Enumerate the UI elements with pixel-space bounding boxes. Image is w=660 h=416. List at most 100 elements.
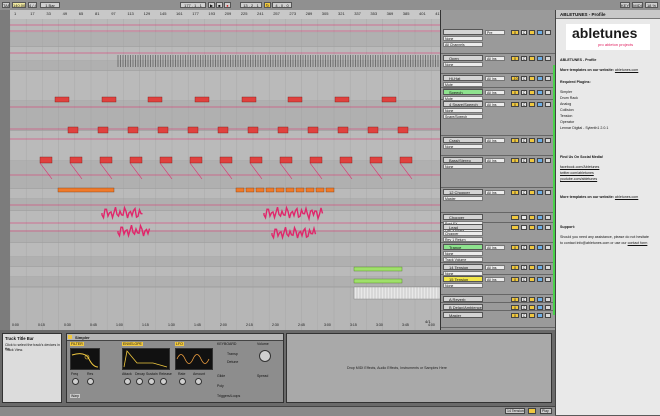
crash-clip[interactable]	[157, 126, 169, 134]
track-title-bar[interactable]: 12 Chopper	[443, 189, 483, 195]
track-title-bar[interactable]: Master	[443, 312, 483, 318]
monitor-select[interactable]: All Ins	[485, 138, 505, 143]
track-pan[interactable]: C	[521, 277, 527, 282]
decay-knob[interactable]	[136, 378, 143, 385]
device-on-switch[interactable]	[68, 335, 72, 339]
bass-clip[interactable]	[159, 156, 173, 164]
input-type-select[interactable]: Chopper	[443, 231, 483, 236]
track-pan[interactable]: C	[521, 313, 527, 318]
song-position-field[interactable]: 177 . 1 . 1	[180, 2, 206, 8]
snare-clip[interactable]	[54, 96, 70, 103]
track-volume[interactable]: 0	[511, 30, 519, 35]
input-channel-select[interactable]: Track Volume	[443, 257, 483, 262]
solo-button[interactable]	[537, 305, 543, 310]
track-header[interactable]: 14 Tension None All Ins 0 C	[441, 263, 556, 276]
crash-clip[interactable]	[277, 126, 289, 134]
monitor-select[interactable]: All Ins	[485, 56, 505, 61]
site-link-2[interactable]: abletunes.com	[615, 195, 638, 199]
selected-track-label[interactable]: 14 Tension	[505, 408, 525, 414]
track-activator[interactable]	[529, 30, 535, 35]
contact-form-link[interactable]: contact form	[628, 241, 648, 245]
snare-clip[interactable]	[334, 96, 350, 103]
track-pan[interactable]: C	[521, 76, 527, 81]
solo-button[interactable]	[537, 297, 543, 302]
solo-button[interactable]	[537, 56, 543, 61]
monitor-select[interactable]: All Ins	[485, 76, 505, 81]
envelope-section-label[interactable]: ENVELOPE	[122, 342, 143, 346]
track-title-bar[interactable]: B Delay/Ambience	[443, 304, 483, 310]
arm-button[interactable]	[545, 305, 551, 310]
release-knob[interactable]	[160, 378, 167, 385]
warp-button[interactable]: Warp	[70, 394, 81, 398]
tap-tempo-button[interactable]: TAP	[2, 2, 10, 8]
solo-button[interactable]	[537, 215, 543, 220]
chopper-clip[interactable]	[305, 187, 315, 193]
crash-clip[interactable]	[97, 126, 109, 134]
chopper-clip[interactable]	[235, 187, 245, 193]
metronome-quantize[interactable]: 1 Bar	[40, 2, 60, 8]
input-type-select[interactable]: None	[443, 164, 483, 169]
track-header[interactable]: Crash None All Ins 0 C	[441, 136, 556, 156]
snare-clip[interactable]	[147, 96, 163, 103]
track-activator[interactable]	[529, 305, 535, 310]
arm-button[interactable]	[545, 313, 551, 318]
arrangement-view[interactable]: 4/1 0:00 0:15 0:30 0:45 1:00 1:15 1:30 1:45 2:00…	[10, 19, 440, 330]
arm-button[interactable]	[545, 245, 551, 250]
snare-clip[interactable]	[241, 96, 257, 103]
volume-knob[interactable]	[259, 350, 271, 362]
snare-clip[interactable]	[194, 96, 210, 103]
chopper-clip[interactable]	[255, 187, 265, 193]
input-type-select[interactable]: None	[443, 283, 483, 288]
track-title-bar[interactable]: Hi-Hat	[443, 75, 483, 81]
track-header[interactable]: A Reverb 0 C	[441, 295, 556, 303]
bass-clip[interactable]	[249, 156, 263, 164]
crash-clip[interactable]	[397, 126, 409, 134]
track-header[interactable]: Lead Chopper Rev 1 Return	[441, 223, 556, 243]
solo-button[interactable]	[537, 76, 543, 81]
track-header[interactable]: 4 Snare/Speech None Snare/Speech All Ins 0 C	[441, 100, 556, 136]
arm-button[interactable]	[545, 265, 551, 270]
track-activator[interactable]	[529, 313, 535, 318]
track-volume[interactable]: 0	[511, 297, 519, 302]
monitor-select[interactable]: All Ins	[485, 245, 505, 250]
track-title-bar[interactable]: Speech	[443, 89, 483, 95]
device-title-bar[interactable]: Simpler	[67, 334, 283, 341]
simpler-device[interactable]: Simpler FILTER ENVELOPE LFO KEYBOARD Gli…	[66, 333, 284, 403]
track-volume[interactable]	[511, 225, 519, 230]
key-map-button[interactable]: KEY	[620, 2, 630, 8]
track-pan[interactable]	[521, 225, 527, 230]
filter-section-label[interactable]: FILTER	[70, 342, 84, 346]
solo-button[interactable]	[537, 90, 543, 95]
bass-clip[interactable]	[219, 156, 233, 164]
loop-start-field[interactable]: 13 . 2 . 1	[240, 2, 262, 8]
sustain-knob[interactable]	[148, 378, 155, 385]
track-header[interactable]: ChopperPost FXPan 1 Delay	[441, 213, 556, 232]
track-pan[interactable]: C	[521, 56, 527, 61]
track-header[interactable]: 15 Tension None All Ins 0 C	[441, 275, 556, 295]
track-activator[interactable]	[529, 90, 535, 95]
monitor-select[interactable]: All Ins	[485, 190, 505, 195]
monitor-select[interactable]: All Ins	[485, 265, 505, 270]
track-volume[interactable]: 0	[511, 138, 519, 143]
track-volume[interactable]: 0	[511, 305, 519, 310]
track-volume[interactable]: 0	[511, 190, 519, 195]
track-pan[interactable]: C	[521, 30, 527, 35]
input-channel-select[interactable]: All Channels	[443, 42, 483, 47]
track-header[interactable]: SpeechMuteSpeaker OnAll Ins0C	[441, 88, 556, 107]
input-type-select[interactable]: Master	[443, 196, 483, 201]
attack-knob[interactable]	[124, 378, 131, 385]
loop-switch[interactable]: ↻	[264, 2, 271, 8]
track-activator[interactable]	[529, 225, 535, 230]
track-header[interactable]: B Delay/Ambience 0 C	[441, 303, 556, 311]
bass-clip[interactable]	[279, 156, 293, 164]
crash-clip[interactable]	[67, 126, 79, 134]
track-title-bar[interactable]: Lead	[443, 224, 483, 230]
crash-clip[interactable]	[217, 126, 229, 134]
arm-button[interactable]	[545, 297, 551, 302]
solo-button[interactable]	[537, 277, 543, 282]
bass-clip[interactable]	[309, 156, 323, 164]
chopper-clip[interactable]	[325, 187, 335, 193]
track-volume[interactable]: 0	[511, 158, 519, 163]
track-title-bar[interactable]: Chopper	[443, 214, 483, 220]
track-activator[interactable]	[529, 265, 535, 270]
